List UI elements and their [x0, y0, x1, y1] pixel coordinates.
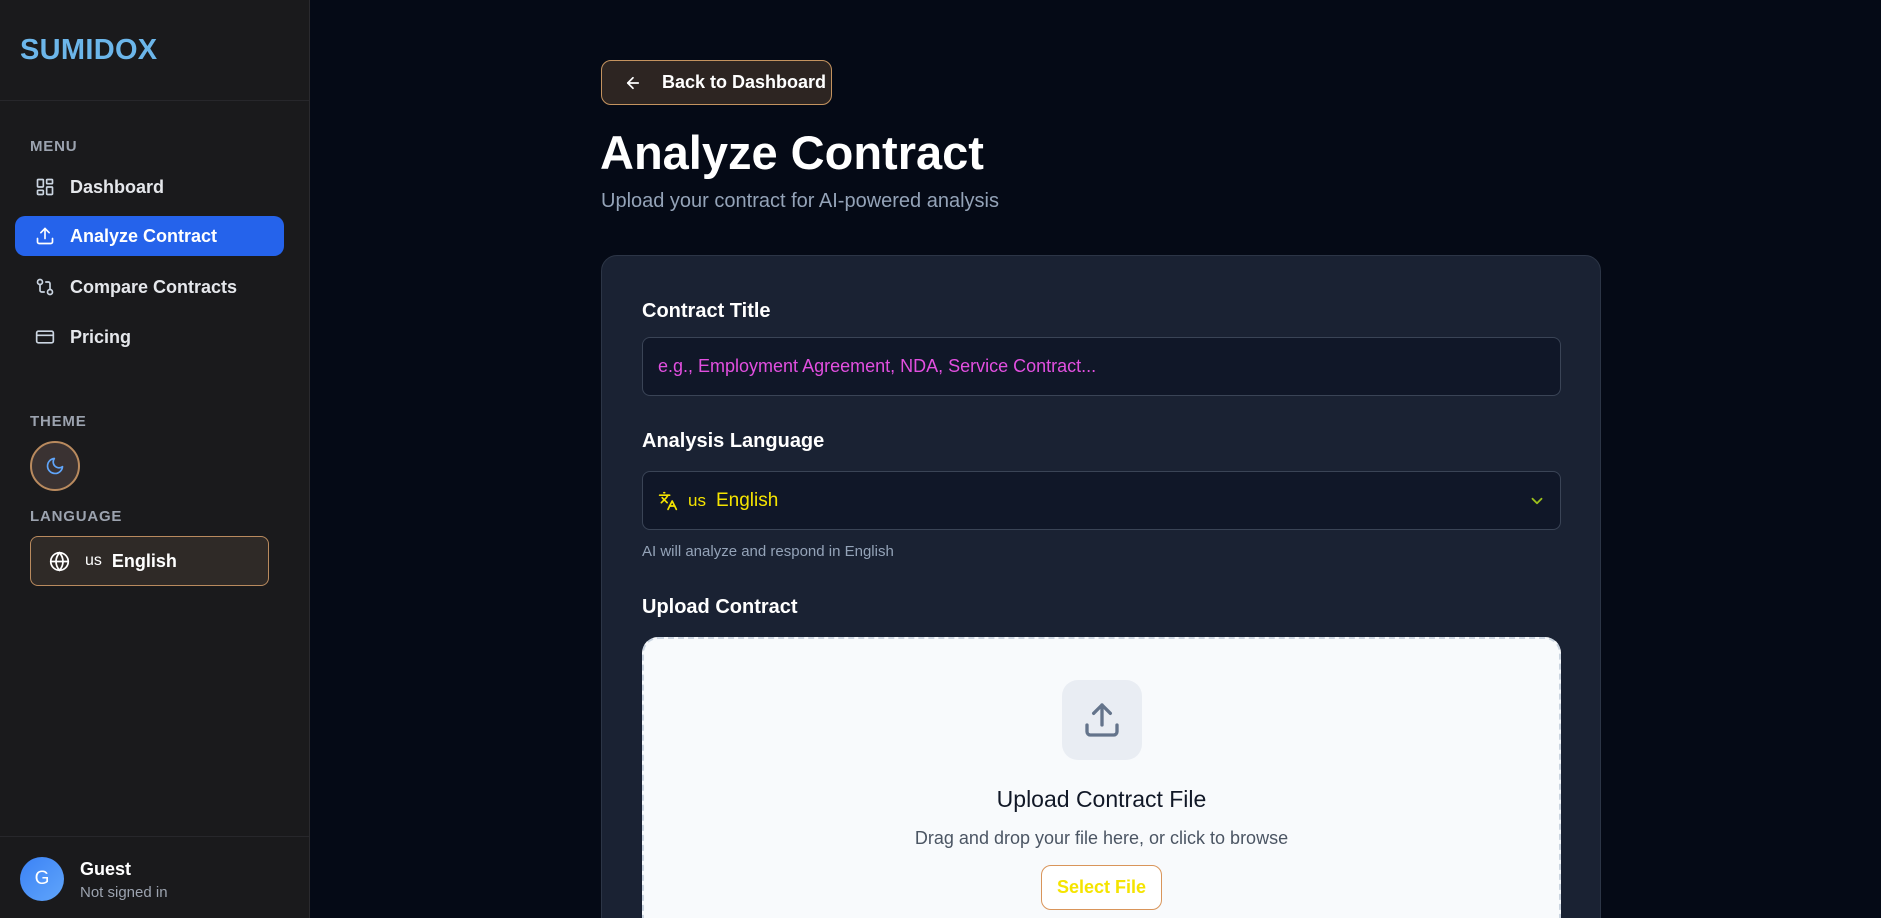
language-section-label: LANGUAGE	[30, 508, 123, 525]
credit-card-icon	[35, 327, 55, 347]
upload-icon	[35, 226, 55, 246]
sidebar-item-pricing[interactable]: Pricing	[15, 317, 284, 357]
analysis-language-helper: AI will analyze and respond in English	[642, 543, 894, 560]
file-dropzone[interactable]: Upload Contract File Drag and drop your …	[642, 637, 1561, 918]
sidebar-item-dashboard[interactable]: Dashboard	[15, 167, 284, 207]
page-subtitle: Upload your contract for AI-powered anal…	[601, 190, 999, 212]
grid-icon	[35, 177, 55, 197]
avatar: G	[20, 857, 64, 901]
menu-section-label: MENU	[30, 138, 78, 155]
sidebar: SUMIDOX MENU Dashboard Analyze Contract …	[0, 0, 310, 918]
sidebar-item-label: Analyze Contract	[70, 225, 218, 246]
select-file-button[interactable]: Select File	[1041, 865, 1162, 910]
analysis-language-value: English	[715, 489, 779, 511]
back-button-label: Back to Dashboard	[662, 72, 827, 92]
upload-contract-label: Upload Contract	[642, 596, 798, 618]
moon-icon	[45, 456, 65, 476]
page-title: Analyze Contract	[600, 126, 984, 179]
upload-title: Upload Contract File	[996, 786, 1207, 812]
theme-toggle-button[interactable]	[30, 441, 80, 491]
sidebar-item-compare-contracts[interactable]: Compare Contracts	[15, 267, 284, 307]
analysis-language-flag: us	[688, 490, 706, 510]
theme-section-label: THEME	[30, 413, 87, 430]
translate-icon	[658, 491, 678, 511]
git-compare-icon	[35, 277, 55, 297]
arrow-left-icon	[624, 74, 662, 92]
upload-icon	[1062, 680, 1142, 760]
sidebar-item-analyze-contract[interactable]: Analyze Contract	[15, 216, 284, 256]
language-flag: us	[85, 552, 102, 569]
language-name: English	[111, 550, 177, 571]
language-select-button[interactable]: us English	[30, 536, 269, 586]
analyze-form-card: Contract Title Analysis Language us Engl…	[601, 255, 1601, 918]
sidebar-item-label: Pricing	[70, 326, 132, 347]
brand-logo[interactable]: SUMIDOX	[0, 0, 309, 101]
user-status: Not signed in	[80, 884, 168, 901]
sidebar-item-label: Dashboard	[70, 176, 165, 197]
user-profile[interactable]: G Guest Not signed in	[0, 836, 309, 918]
contract-title-label: Contract Title	[642, 300, 771, 322]
analysis-language-label: Analysis Language	[642, 430, 825, 452]
contract-title-input[interactable]	[642, 337, 1561, 396]
analysis-language-select[interactable]: us English	[642, 471, 1561, 530]
sidebar-item-label: Compare Contracts	[70, 276, 238, 297]
globe-icon	[49, 550, 70, 572]
back-to-dashboard-button[interactable]: Back to Dashboard	[601, 60, 832, 105]
upload-subtitle: Drag and drop your file here, or click t…	[914, 828, 1289, 848]
chevron-down-icon	[1531, 497, 1543, 505]
user-name: Guest	[80, 859, 132, 879]
